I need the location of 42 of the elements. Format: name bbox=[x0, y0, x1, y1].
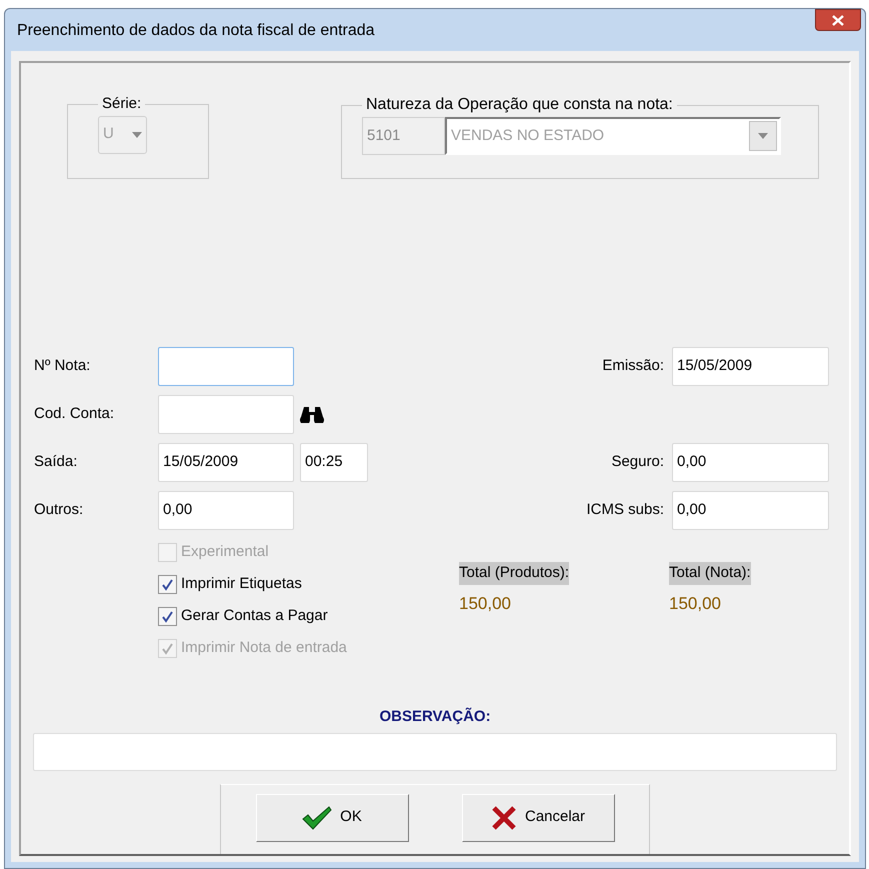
caret-icon bbox=[132, 132, 142, 138]
window-title: Preenchimento de dados da nota fiscal de entrada bbox=[17, 21, 375, 41]
check-icon bbox=[161, 578, 174, 590]
text-field[interactable] bbox=[158, 394, 294, 434]
text-field[interactable]: 0,00 bbox=[672, 442, 829, 482]
section-heading: OBSERVAÇÃO: bbox=[379, 706, 491, 727]
cancel-button[interactable]: Cancelar bbox=[462, 794, 614, 842]
field-label: Emissão: bbox=[602, 356, 664, 376]
total-value: 150,00 bbox=[459, 592, 511, 614]
field-label: Cod. Conta: bbox=[34, 404, 116, 424]
ok-button[interactable]: OK bbox=[256, 794, 408, 842]
check-icon bbox=[161, 642, 174, 654]
notes-field[interactable] bbox=[33, 732, 837, 770]
checkbox-label: Gerar Contas a Pagar bbox=[181, 606, 328, 626]
checkbox[interactable] bbox=[158, 574, 177, 594]
total-label: Total (Produtos): bbox=[459, 562, 570, 584]
binoculars-icon[interactable] bbox=[300, 405, 324, 423]
text-field[interactable]: 15/05/2009 bbox=[672, 346, 829, 386]
cross-icon bbox=[490, 804, 517, 830]
field-label: Saída: bbox=[34, 452, 78, 472]
total-value: 150,00 bbox=[669, 592, 721, 614]
close-icon bbox=[832, 14, 844, 26]
group-label: Série: bbox=[101, 94, 142, 114]
field-label: Outros: bbox=[34, 500, 84, 520]
checkmark-icon bbox=[302, 806, 332, 830]
caret-icon bbox=[758, 133, 768, 139]
field-label: Nº Nota: bbox=[34, 356, 92, 376]
checkbox-label: Imprimir Nota de entrada bbox=[181, 638, 347, 658]
check-icon bbox=[161, 610, 174, 622]
text-field[interactable]: 15/05/2009 bbox=[158, 442, 294, 482]
checkbox[interactable] bbox=[158, 606, 177, 626]
time-field[interactable]: 00:25 bbox=[300, 442, 368, 482]
text-field[interactable]: 0,00 bbox=[672, 490, 829, 530]
total-label: Total (Nota): bbox=[669, 562, 751, 584]
group-label: Natureza da Operação que consta na nota: bbox=[365, 95, 674, 115]
checkbox-label: Experimental bbox=[181, 542, 269, 562]
checkbox-label: Imprimir Etiquetas bbox=[181, 574, 302, 594]
close-button[interactable] bbox=[815, 9, 861, 31]
field-label: ICMS subs: bbox=[586, 500, 664, 520]
field-label: Seguro: bbox=[611, 452, 664, 472]
text-field[interactable] bbox=[158, 346, 294, 386]
text-field[interactable]: 0,00 bbox=[158, 490, 294, 530]
